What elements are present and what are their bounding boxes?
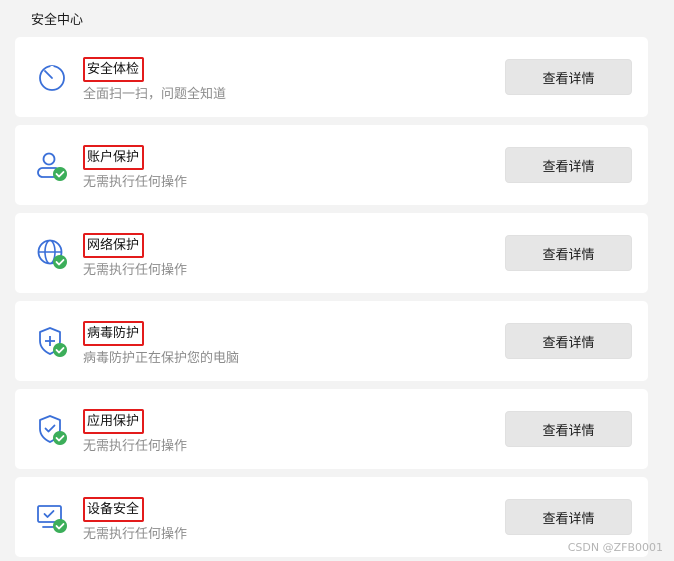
card-title: 网络保护 bbox=[83, 233, 145, 258]
card-subtitle: 无需执行任何操作 bbox=[83, 527, 188, 542]
view-details-button[interactable]: 查看详情 bbox=[505, 499, 632, 535]
shield-check-icon bbox=[35, 413, 69, 447]
card-subtitle: 病毒防护正在保护您的电脑 bbox=[83, 351, 240, 366]
card-title: 应用保护 bbox=[83, 409, 145, 434]
view-details-button[interactable]: 查看详情 bbox=[505, 235, 632, 271]
globe-check-icon bbox=[35, 237, 69, 271]
view-details-button[interactable]: 查看详情 bbox=[505, 59, 632, 95]
card-title: 设备安全 bbox=[83, 497, 145, 522]
shield-plus-check-icon bbox=[35, 325, 69, 359]
card-network-protection: 网络保护 无需执行任何操作 查看详情 bbox=[15, 213, 648, 293]
card-title: 账户保护 bbox=[83, 145, 145, 170]
view-details-button[interactable]: 查看详情 bbox=[505, 147, 632, 183]
watermark: CSDN @ZFB0001 bbox=[567, 541, 663, 554]
view-details-button[interactable]: 查看详情 bbox=[505, 411, 632, 447]
card-title: 病毒防护 bbox=[83, 321, 145, 346]
card-subtitle: 无需执行任何操作 bbox=[83, 439, 188, 454]
card-device-security: 设备安全 无需执行任何操作 查看详情 bbox=[15, 477, 648, 557]
card-app-protection: 应用保护 无需执行任何操作 查看详情 bbox=[15, 389, 648, 469]
card-title: 安全体检 bbox=[83, 57, 145, 82]
card-virus-protection: 病毒防护 病毒防护正在保护您的电脑 查看详情 bbox=[15, 301, 648, 381]
timer-icon bbox=[35, 61, 69, 95]
card-subtitle: 无需执行任何操作 bbox=[83, 263, 188, 278]
card-subtitle: 全面扫一扫，问题全知道 bbox=[83, 87, 227, 102]
monitor-check-icon bbox=[35, 501, 69, 535]
card-account-protection: 账户保护 无需执行任何操作 查看详情 bbox=[15, 125, 648, 205]
card-security-checkup: 安全体检 全面扫一扫，问题全知道 查看详情 bbox=[15, 37, 648, 117]
section-title: 安全中心 bbox=[31, 13, 84, 28]
account-check-icon bbox=[35, 149, 69, 183]
card-subtitle: 无需执行任何操作 bbox=[83, 175, 188, 190]
view-details-button[interactable]: 查看详情 bbox=[505, 323, 632, 359]
